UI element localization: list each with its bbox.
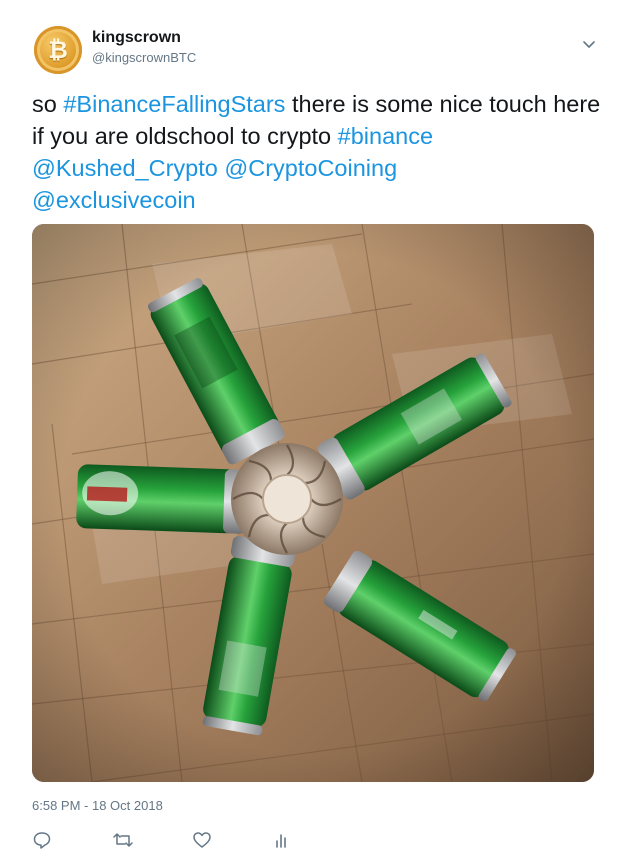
tweet-actions: [32, 826, 592, 858]
display-name[interactable]: kingscrown: [92, 28, 196, 48]
retweet-icon[interactable]: [112, 830, 134, 852]
user-handle[interactable]: @kingscrownBTC: [92, 48, 196, 68]
mention-link[interactable]: @exclusivecoin: [32, 187, 196, 213]
analytics-icon[interactable]: [272, 830, 294, 852]
tweet-photo[interactable]: [32, 224, 594, 782]
mention-link[interactable]: @CryptoCoining: [224, 155, 397, 181]
reply-icon[interactable]: [32, 830, 54, 852]
hashtag-link[interactable]: #BinanceFallingStars: [63, 91, 285, 117]
tweet-timestamp[interactable]: 6:58 PM - 18 Oct 2018: [32, 797, 163, 815]
photo-cans-star-icon: [32, 224, 594, 782]
tweet-header: ₿ kingscrown @kingscrownBTC: [32, 22, 605, 74]
author-names: kingscrown @kingscrownBTC: [92, 28, 196, 68]
avatar[interactable]: ₿: [34, 26, 82, 74]
tweet-text: so #BinanceFallingStars there is some ni…: [32, 88, 602, 216]
bitcoin-coin-icon: ₿: [48, 36, 68, 64]
hashtag-link[interactable]: #binance: [338, 123, 433, 149]
like-icon[interactable]: [192, 830, 214, 852]
tweet-text-part: so: [32, 91, 64, 117]
chevron-down-icon[interactable]: [581, 36, 597, 52]
mention-link[interactable]: @Kushed_Crypto: [32, 155, 218, 181]
